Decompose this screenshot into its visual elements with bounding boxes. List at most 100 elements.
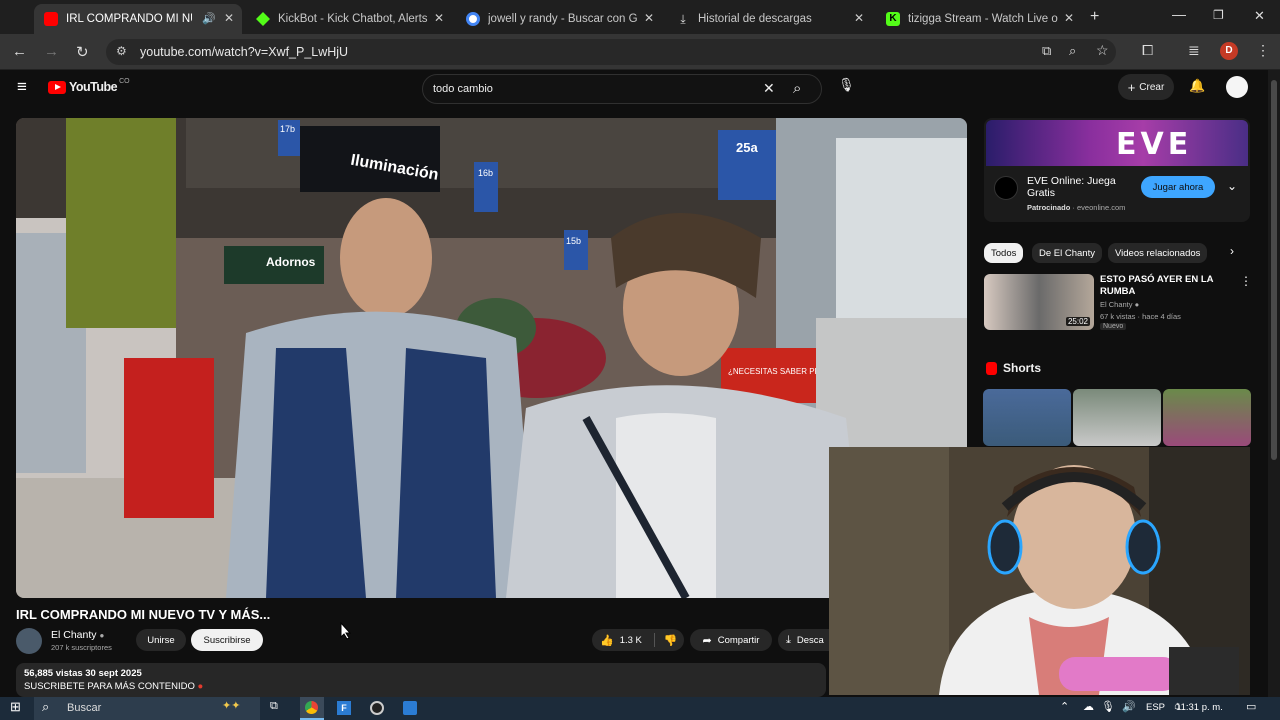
advertiser-avatar[interactable] <box>994 176 1018 200</box>
notifications-bell-icon[interactable]: 🔔 <box>1189 78 1205 94</box>
description-box[interactable]: 56,885 vistas 30 sept 2025 SUSCRIBETE PA… <box>16 663 826 697</box>
close-icon[interactable]: ✕ <box>854 11 864 25</box>
search-icon: ⌕ <box>42 699 50 714</box>
reload-button[interactable]: ↻ <box>76 43 89 61</box>
channel-name[interactable]: El Chanty ● <box>51 629 104 641</box>
search-input[interactable]: todo cambio ✕ ⌕ <box>422 74 822 104</box>
zoom-icon[interactable]: ⌕ <box>1069 43 1076 59</box>
ad-banner[interactable]: EVE <box>986 120 1248 166</box>
video-player[interactable]: Iluminación Adornos 17b 16b 25a 15b ¿NEC… <box>16 118 967 598</box>
sponsored-ad-card[interactable]: EVE EVE Online: Juega Gratis Patrocinado… <box>984 118 1250 222</box>
short-thumbnail[interactable] <box>983 389 1071 446</box>
ad-cta-button[interactable]: Jugar ahora <box>1141 176 1215 198</box>
language-indicator[interactable]: ESP <box>1146 702 1165 713</box>
chevron-right-icon[interactable]: › <box>1230 244 1234 258</box>
close-icon[interactable]: ✕ <box>644 11 654 25</box>
more-options-icon[interactable]: ⋮ <box>1240 274 1252 288</box>
scrollbar-thumb[interactable] <box>1271 80 1277 460</box>
media-control-icon[interactable]: ≣ <box>1188 42 1200 59</box>
youtube-play-icon <box>48 80 66 94</box>
mic-icon[interactable]: 🎙 <box>838 77 855 93</box>
tab-google[interactable]: jowell y randy - Buscar con Goo ✕ <box>456 4 662 34</box>
sparkle-icon: ✦✦ <box>222 700 241 712</box>
download-button[interactable]: ⤓ Desca <box>778 629 829 651</box>
extensions-icon[interactable]: ⧠ <box>1142 42 1153 59</box>
hamburger-menu-icon[interactable]: ≡ <box>17 77 27 97</box>
cloud-icon[interactable]: ☁ <box>1083 700 1094 713</box>
tab-kick[interactable]: K tizigga Stream - Watch Live on ✕ <box>876 4 1082 34</box>
search-icon[interactable]: ⌕ <box>793 80 801 97</box>
webcam-frame <box>829 447 1250 695</box>
forward-button[interactable]: → <box>44 43 59 60</box>
download-icon: ⤓ <box>680 12 686 26</box>
create-button[interactable]: + Crear <box>1118 74 1174 100</box>
youtube-logo[interactable]: YouTube CO <box>48 78 130 94</box>
app-window-icon[interactable] <box>403 701 417 715</box>
video-frame: Iluminación Adornos 17b 16b 25a 15b ¿NEC… <box>16 118 967 598</box>
join-button[interactable]: Unirse <box>136 629 186 651</box>
search-value: todo cambio <box>433 83 493 95</box>
address-bar: ← → ↻ ⚙ youtube.com/watch?v=Xwf_P_LwHjU … <box>0 34 1280 70</box>
account-avatar[interactable] <box>1226 76 1248 98</box>
clock[interactable]: 11:31 p. m. <box>1176 702 1223 713</box>
related-title[interactable]: ESTO PASÓ AYER EN LA RUMBA <box>1100 274 1230 298</box>
chip-all[interactable]: Todos <box>984 243 1024 263</box>
youtube-icon <box>44 12 58 26</box>
ad-title[interactable]: EVE Online: Juega Gratis <box>1027 175 1127 199</box>
close-icon[interactable]: ✕ <box>224 11 234 25</box>
chip-from-channel[interactable]: De El Chanty <box>1032 243 1102 263</box>
chrome-icon <box>305 701 318 714</box>
chip-related[interactable]: Videos relacionados <box>1108 243 1208 263</box>
scrollbar[interactable] <box>1268 70 1280 697</box>
minimize-button[interactable]: — <box>1172 6 1186 22</box>
restore-button[interactable]: ❐ <box>1213 8 1224 22</box>
mic-icon[interactable]: 🎙 <box>1101 700 1115 713</box>
app-f-icon[interactable]: F <box>337 701 351 715</box>
url-field[interactable]: ⚙ youtube.com/watch?v=Xwf_P_LwHjU ⧉ ⌕ ☆ <box>106 39 1116 65</box>
volume-icon[interactable]: 🔊 <box>1122 700 1136 713</box>
dislike-icon[interactable]: 👎 <box>664 634 678 647</box>
new-tab-button[interactable]: + <box>1090 8 1099 26</box>
tab-youtube[interactable]: IRL COMPRANDO MI NUEVO TV Y MÁS... 🔊 ✕ <box>34 4 242 34</box>
windows-start-icon[interactable]: ⊞ <box>10 699 21 715</box>
notification-center-icon[interactable]: ▭ <box>1246 700 1256 713</box>
google-icon <box>466 12 480 26</box>
taskbar-search[interactable]: ⌕ Buscar ✦✦ <box>34 697 260 720</box>
verified-icon: ● <box>1134 300 1140 309</box>
related-thumbnail[interactable]: 25:02 <box>984 274 1094 330</box>
chevron-down-icon[interactable]: ⌄ <box>1227 179 1237 193</box>
site-info-icon[interactable]: ⚙ <box>116 44 127 58</box>
tab-downloads[interactable]: ⤓ Historial de descargas ✕ <box>666 4 872 34</box>
subscriber-count: 207 k suscriptores <box>51 643 112 652</box>
profile-avatar[interactable]: D <box>1220 42 1238 60</box>
task-view-icon[interactable]: ⧉ <box>270 700 278 713</box>
chrome-taskbar-button[interactable] <box>300 697 324 720</box>
aisle-sign: 16b <box>478 168 493 178</box>
channel-avatar[interactable] <box>16 628 42 654</box>
related-video[interactable]: 25:02 ESTO PASÓ AYER EN LA RUMBA El Chan… <box>984 274 1252 332</box>
divider <box>653 633 655 647</box>
short-thumbnail[interactable] <box>1163 389 1251 446</box>
close-icon[interactable]: ✕ <box>434 11 444 25</box>
back-button[interactable]: ← <box>12 43 27 60</box>
subscribe-button[interactable]: Suscribirse <box>191 629 263 651</box>
short-thumbnail[interactable] <box>1073 389 1161 446</box>
menu-kebab-icon[interactable]: ⋮ <box>1256 42 1270 59</box>
share-button[interactable]: ➦ Compartir <box>690 629 772 651</box>
speaker-icon[interactable]: 🔊 <box>202 12 216 25</box>
chevron-up-icon[interactable]: ⌃ <box>1060 700 1069 713</box>
sponsored-label: Patrocinado <box>1027 203 1071 212</box>
bookmark-star-icon[interactable]: ☆ <box>1096 42 1109 59</box>
views-and-date: 56,885 vistas 30 sept 2025 <box>24 668 142 679</box>
install-app-icon[interactable]: ⧉ <box>1042 43 1051 59</box>
tab-kickbot[interactable]: KickBot - Kick Chatbot, Alerts, ✕ <box>246 4 452 34</box>
close-window-button[interactable]: ✕ <box>1254 8 1265 24</box>
aisle-sign: 17b <box>280 124 295 134</box>
clear-search-icon[interactable]: ✕ <box>763 80 775 97</box>
description-text: SUSCRIBETE PARA MÁS CONTENIDO ● <box>24 681 203 692</box>
like-icon[interactable]: 👍 <box>600 634 614 647</box>
like-count[interactable]: 1.3 K <box>620 635 642 646</box>
download-icon: ⤓ <box>786 633 791 646</box>
obs-icon[interactable] <box>370 701 384 715</box>
close-icon[interactable]: ✕ <box>1064 11 1074 25</box>
